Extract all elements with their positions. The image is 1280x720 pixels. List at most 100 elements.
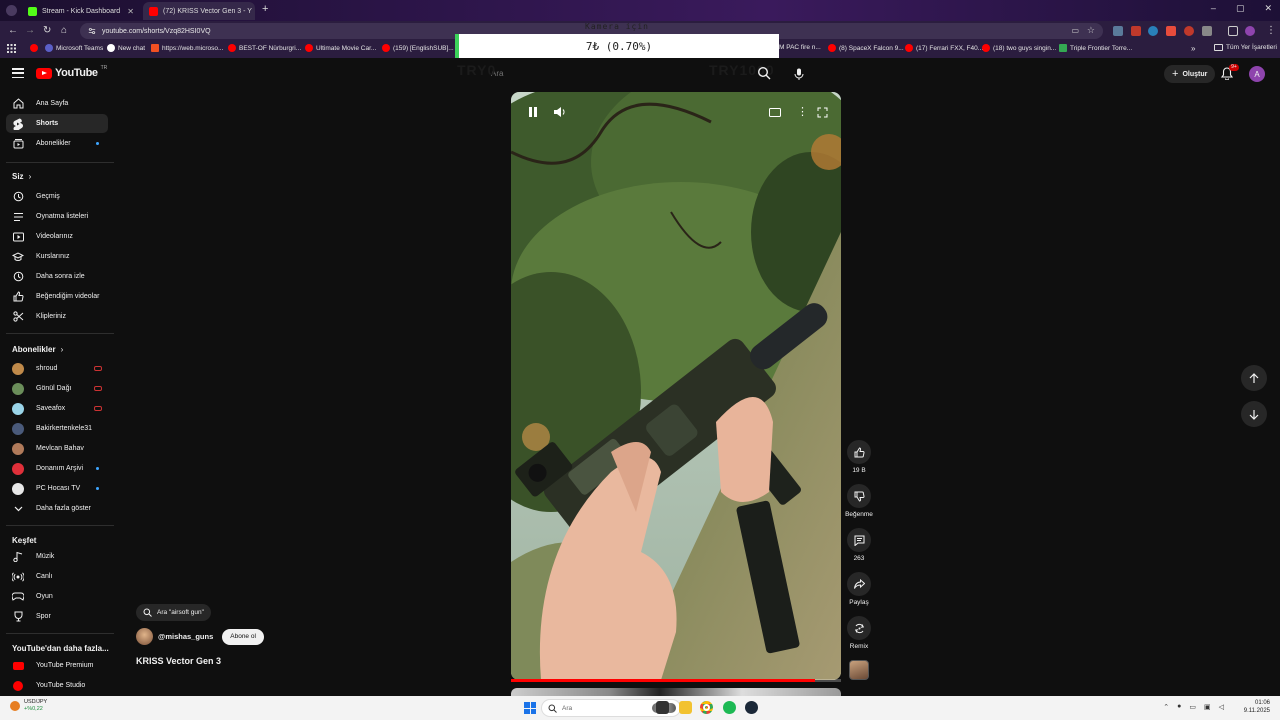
remix-action[interactable]: Remix — [844, 616, 874, 650]
back-icon[interactable]: ← — [8, 25, 18, 36]
short-video-player[interactable]: ⋮ — [511, 92, 841, 680]
bookmark-item[interactable]: Microsoft Teams — [45, 44, 103, 52]
new-tab-button[interactable]: + — [262, 3, 268, 15]
volume-icon[interactable]: ◁ — [1219, 703, 1224, 711]
sidebar-channel-gonul-dagi[interactable]: Gönül Dağı — [6, 379, 108, 398]
sidebar-item-live[interactable]: Canlı — [6, 567, 108, 586]
chrome-icon[interactable] — [700, 701, 713, 714]
monitor-icon[interactable]: ▣ — [1204, 703, 1211, 711]
bookmark-star-icon[interactable]: ☆ — [1087, 25, 1095, 36]
short-title[interactable]: KRISS Vector Gen 3 — [136, 656, 221, 666]
bookmark-item[interactable]: Ultimate Movie Car... — [305, 44, 376, 52]
stock-widget[interactable]: USD/JPY +%0,22 — [10, 699, 47, 713]
subscribe-button[interactable]: Abone ol — [222, 628, 264, 645]
bookmark-item[interactable]: (8) SpaceX Falcon 9... — [828, 44, 904, 52]
windows-start-icon[interactable] — [524, 702, 536, 714]
like-icon[interactable] — [847, 440, 871, 464]
sidebar-item-home[interactable]: Ana Sayfa — [6, 94, 108, 113]
tab-search-button[interactable] — [6, 5, 17, 16]
share-icon[interactable] — [847, 572, 871, 596]
previous-short-button[interactable] — [1241, 365, 1267, 391]
spotify-icon[interactable] — [723, 701, 736, 714]
sidebar-item-watch-later[interactable]: Daha sonra izle — [6, 267, 108, 286]
sidebar-item-liked-videos[interactable]: Beğendiğim videolar — [6, 287, 108, 306]
extension-icon[interactable] — [1148, 26, 1158, 36]
sidebar-item-music[interactable]: Müzik — [6, 547, 108, 566]
bookmark-item[interactable]: (18) two guys singin... — [982, 44, 1056, 52]
comments-icon[interactable] — [847, 528, 871, 552]
bookmark-item[interactable]: BEST-OF Nürburgri... — [228, 44, 301, 52]
sidebar-item-gaming[interactable]: Oyun — [6, 587, 108, 606]
bookmark-item[interactable] — [30, 44, 38, 52]
menu-kebab-icon[interactable]: ⋮ — [1266, 25, 1276, 36]
extension-icon[interactable] — [1184, 26, 1194, 36]
apps-grid-icon[interactable] — [7, 44, 16, 53]
volume-icon[interactable] — [553, 106, 566, 118]
sidebar-show-more[interactable]: Daha fazla göster — [6, 499, 108, 518]
account-avatar[interactable]: A — [1249, 66, 1265, 82]
sidebar-item-youtube-premium[interactable]: YouTube Premium — [6, 656, 108, 675]
channel-avatar[interactable] — [136, 628, 153, 645]
profile-avatar[interactable] — [1245, 26, 1255, 36]
maximize-icon[interactable]: ▢ — [1236, 3, 1245, 14]
network-icon[interactable]: ▭ — [1189, 703, 1196, 711]
sidebar-heading-subscriptions[interactable]: Abonelikler › — [12, 345, 63, 354]
channel-handle[interactable]: @mishas_guns — [158, 632, 213, 641]
voice-search-button[interactable] — [789, 64, 809, 84]
short-progress-bar[interactable] — [511, 679, 841, 682]
captions-icon[interactable] — [769, 108, 781, 117]
sidebar-channel-saveafox[interactable]: Saveafox — [6, 399, 108, 418]
browser-tab-youtube[interactable]: (72) KRISS Vector Gen 3 - Y ✕ — [143, 2, 255, 20]
dislike-action[interactable]: Beğenme — [844, 484, 874, 518]
remix-icon[interactable] — [847, 616, 871, 640]
hamburger-menu-icon[interactable] — [12, 68, 24, 78]
sidebar-item-clips[interactable]: Klipleriniz — [6, 307, 108, 326]
forward-icon[interactable]: → — [25, 25, 35, 36]
microphone-icon[interactable]: ● — [1177, 703, 1181, 711]
sidebar-item-youtube-studio[interactable]: YouTube Studio — [6, 676, 108, 695]
next-short-button[interactable] — [1241, 401, 1267, 427]
install-app-icon[interactable]: ▭ — [1071, 26, 1079, 35]
bookmark-item[interactable]: Triple Frontier Torre... — [1059, 44, 1132, 52]
sidebar-channel-donanim-arsivi[interactable]: Donanım Arşivi — [6, 459, 108, 478]
all-bookmarks[interactable]: Tüm Yer İşaretleri — [1214, 44, 1277, 51]
sidebar-channel-shroud[interactable]: shroud — [6, 359, 108, 378]
sidebar-item-history[interactable]: Geçmiş — [6, 187, 108, 206]
sidebar-item-playlists[interactable]: Oynatma listeleri — [6, 207, 108, 226]
sidebar-channel-pc-hocasi-tv[interactable]: PC Hocası TV — [6, 479, 108, 498]
pause-icon[interactable] — [527, 106, 539, 118]
taskbar-clock[interactable]: 01:06 9.11.2025 — [1244, 699, 1270, 715]
bookmark-item[interactable]: (159) [EnglishSUB]... — [382, 44, 454, 52]
extension-icon[interactable] — [1113, 26, 1123, 36]
sidebar-item-courses[interactable]: Kurslarınız — [6, 247, 108, 266]
sidebar-heading-you[interactable]: Siz › — [12, 172, 31, 181]
puzzle-icon[interactable] — [1228, 26, 1238, 36]
fullscreen-icon[interactable] — [817, 107, 828, 118]
bookmark-item[interactable]: https://web.microso... — [151, 44, 223, 52]
related-search-chip[interactable]: Ara "airsoft gun" — [136, 604, 211, 621]
more-options-icon[interactable]: ⋮ — [797, 105, 808, 118]
bookmark-item[interactable]: M PAC fire n... — [779, 44, 821, 51]
extension-icon[interactable] — [1166, 26, 1176, 36]
share-action[interactable]: Paylaş — [844, 572, 874, 606]
bookmarks-overflow[interactable]: » — [1191, 44, 1195, 53]
sidebar-item-sports[interactable]: Spor — [6, 607, 108, 626]
site-info-icon[interactable] — [88, 27, 96, 35]
create-button[interactable]: + Oluştur — [1164, 65, 1216, 83]
task-view-icon[interactable] — [656, 701, 669, 714]
youtube-logo[interactable]: YouTube TR — [36, 65, 107, 79]
minimize-icon[interactable]: – — [1211, 3, 1216, 14]
like-action[interactable]: 19 B — [844, 440, 874, 474]
sound-source-thumbnail[interactable] — [849, 660, 869, 680]
sidebar-channel-bakirkertenkele31[interactable]: Bakirkertenkele31 — [6, 419, 108, 438]
sidebar-channel-mevlcan-bahav[interactable]: Mevlcan Bahav — [6, 439, 108, 458]
search-icon[interactable] — [757, 66, 771, 80]
dislike-icon[interactable] — [847, 484, 871, 508]
comments-action[interactable]: 263 — [844, 528, 874, 562]
sidebar-item-shorts[interactable]: Shorts — [6, 114, 108, 133]
bookmark-item[interactable]: (17) Ferrari FXX, F40... — [905, 44, 983, 52]
sidebar-item-your-videos[interactable]: Videolarınız — [6, 227, 108, 246]
close-window-icon[interactable]: ✕ — [1264, 3, 1272, 14]
steam-icon[interactable] — [745, 701, 758, 714]
reload-icon[interactable]: ↻ — [43, 25, 51, 36]
